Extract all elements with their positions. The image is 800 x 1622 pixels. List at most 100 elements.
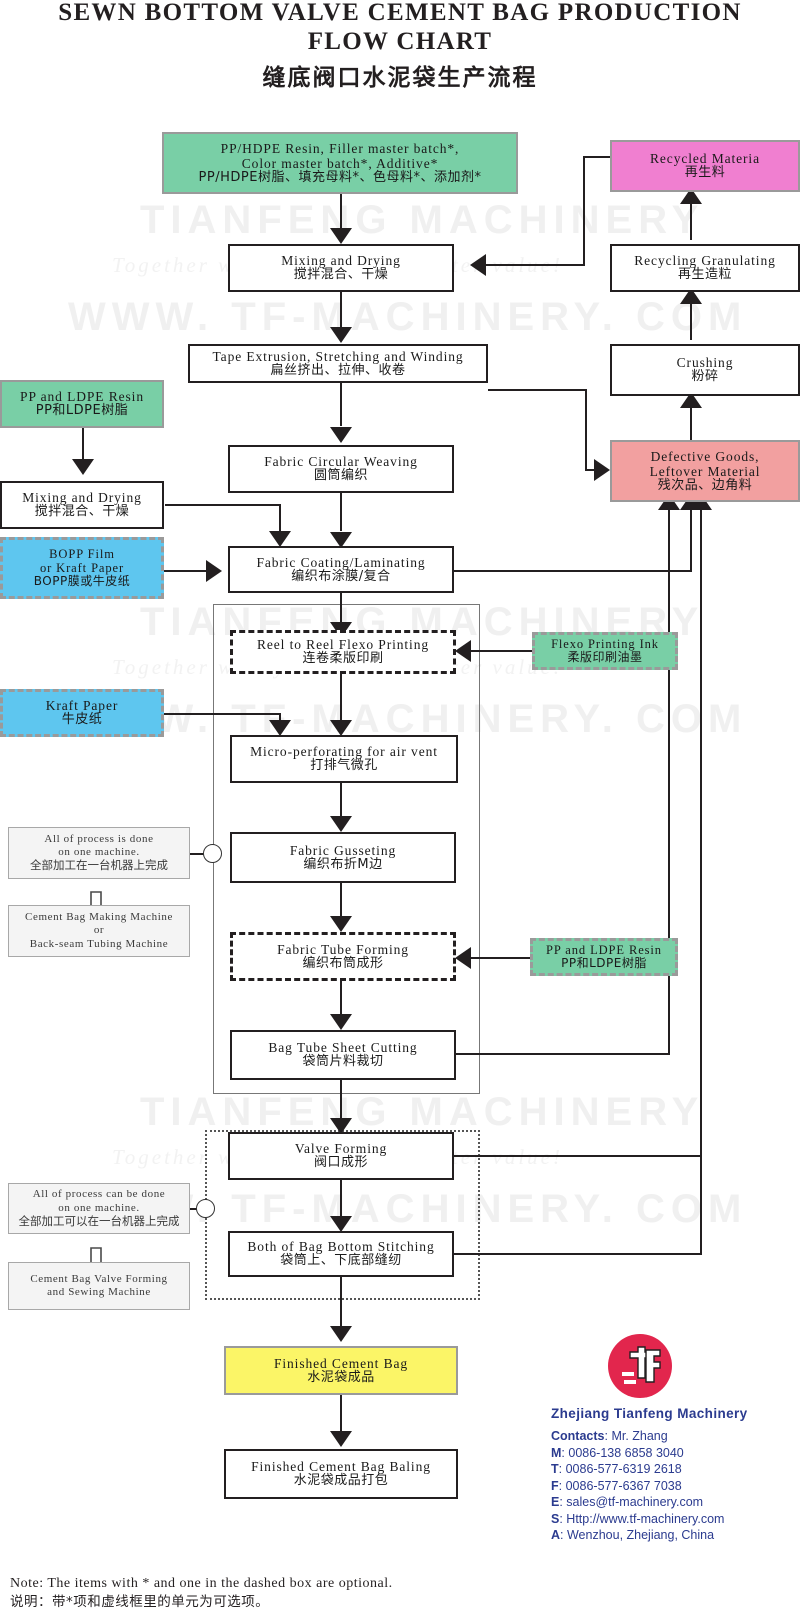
node-bopp-film[interactable]: BOPP Film or Kraft Paper BOPP膜或牛皮纸: [0, 537, 164, 599]
node-label-cn: 牛皮纸: [61, 712, 103, 728]
group-connector-dot-2: [196, 1199, 215, 1218]
arrow-left-icon: [470, 254, 486, 276]
arrow-left-icon: [455, 947, 471, 969]
node-pp-ldpe-left[interactable]: PP and LDPE Resin PP和LDPE树脂: [0, 380, 164, 428]
node-flexo-ink[interactable]: Flexo Printing Ink 柔版印刷油墨: [532, 632, 678, 670]
node-label-en: Leftover Material: [649, 463, 761, 479]
connector-line: [165, 504, 281, 506]
node-tube-forming[interactable]: Fabric Tube Forming 编织布筒成形: [230, 932, 456, 981]
connector-line: [488, 389, 587, 391]
annotation-line-en: or: [93, 924, 105, 937]
node-bag-baling[interactable]: Finished Cement Bag Baling 水泥袋成品打包: [224, 1449, 458, 1499]
arrow-down-icon: [330, 327, 352, 343]
annotation-machine-2: Cement Bag Valve Forming and Sewing Mach…: [8, 1262, 190, 1310]
connector-line: [340, 981, 342, 1016]
node-recycling-granulating[interactable]: Recycling Granulating 再生造粒: [610, 244, 800, 292]
connector-line: [483, 264, 585, 266]
connector-line: [454, 570, 692, 572]
arrow-down-icon: [330, 720, 352, 736]
connector-line: [454, 1053, 670, 1055]
node-label-en: Fabric Gusseting: [289, 842, 397, 858]
connector-line: [340, 194, 342, 230]
node-valve-forming[interactable]: Valve Forming 阀口成形: [228, 1132, 454, 1180]
annotation-line-en: All of process can be done: [32, 1188, 166, 1201]
connector-line: [279, 504, 281, 532]
node-coating-laminating[interactable]: Fabric Coating/Laminating 编织布涂膜/复合: [228, 546, 454, 593]
annotation-line-en: and Sewing Machine: [47, 1286, 151, 1298]
node-raw-resin[interactable]: PP/HDPE Resin, Filler master batch*, Col…: [162, 132, 518, 194]
connector-line: [690, 510, 692, 572]
watermark-text: TIANFENG MACHINERY: [140, 198, 705, 242]
connector-line: [454, 1155, 702, 1157]
contact-row: M: 0086-138 6858 3040: [551, 1445, 684, 1460]
node-label-cn: 搅拌混合、干燥: [293, 267, 389, 283]
connector-line: [340, 674, 342, 722]
node-label-cn: 打排气微孔: [310, 758, 378, 774]
node-label-cn: 再生料: [684, 165, 726, 181]
node-label-en: Finished Cement Bag: [273, 1355, 409, 1371]
contact-row: S: Http://www.tf-machinery.com: [551, 1511, 725, 1526]
arrow-down-icon: [330, 1431, 352, 1447]
page-title-en-line2: FLOW CHART: [307, 28, 493, 55]
node-label-cn: 水泥袋成品打包: [293, 1473, 389, 1489]
node-label-en: Mixing and Drying: [281, 253, 401, 269]
connector-line: [468, 650, 534, 652]
node-micro-perforating[interactable]: Micro-perforating for air vent 打排气微孔: [230, 735, 458, 783]
node-recycled-material[interactable]: Recycled Materia 再生料: [610, 140, 800, 192]
contact-block: Contacts: Mr. Zhang M: 0086-138 6858 304…: [551, 1428, 724, 1544]
node-label-cn: 编织布折M边: [303, 856, 383, 872]
contact-label: E: [551, 1495, 560, 1509]
annotation-line-en: Cement Bag Making Machine: [25, 911, 173, 924]
node-label-cn: 柔版印刷油墨: [567, 650, 643, 665]
footer-note-cn: 说明：带*项和虚线框里的单元为可选项。: [10, 1594, 270, 1610]
arrow-down-icon: [269, 720, 291, 736]
node-fabric-gusseting[interactable]: Fabric Gusseting 编织布折M边: [230, 832, 456, 883]
connector-line: [340, 1080, 342, 1123]
arrow-down-icon: [330, 1216, 352, 1232]
node-label-en: Both of Bag Bottom Stitching: [247, 1239, 435, 1255]
node-label-cn: 搅拌混合、干燥: [34, 504, 130, 520]
node-label-cn: 连卷柔版印刷: [302, 651, 384, 667]
node-flexo-printing[interactable]: Reel to Reel Flexo Printing 连卷柔版印刷: [230, 630, 456, 674]
connector-line: [468, 957, 532, 959]
connector-line: [164, 713, 280, 715]
contact-label: F: [551, 1478, 559, 1493]
node-label-en: Color master batch*, Additive*: [241, 155, 439, 171]
arrow-down-icon: [330, 916, 352, 932]
annotation-line-cn: 全部加工在一台机器上完成: [30, 858, 168, 873]
node-label-cn: 粉碎: [691, 369, 719, 385]
annotation-line-en: Cement Bag Valve Forming: [30, 1272, 168, 1285]
node-circular-weaving[interactable]: Fabric Circular Weaving 圆筒编织: [228, 445, 454, 493]
page-title-cn: 缝底阀口水泥袋生产流程: [262, 65, 538, 91]
node-crushing[interactable]: Crushing 粉碎: [610, 344, 800, 396]
arrow-right-icon: [594, 459, 610, 481]
contact-value: 0086-577-6319 2618: [565, 1462, 682, 1476]
node-tape-extrusion[interactable]: Tape Extrusion, Stretching and Winding 扁…: [188, 344, 488, 383]
arrow-down-icon: [330, 1014, 352, 1030]
contact-value: Wenzhou, Zhejiang, China: [566, 1528, 715, 1542]
contact-value: sales@tf-machinery.com: [566, 1495, 704, 1509]
node-bottom-stitching[interactable]: Both of Bag Bottom Stitching 袋筒上、下底部缝纫: [228, 1231, 454, 1277]
node-mixing-drying-left[interactable]: Mixing and Drying 搅拌混合、干燥: [0, 481, 164, 529]
node-label-en: Recycled Materia: [650, 151, 760, 167]
node-label-en: Bag Tube Sheet Cutting: [268, 1040, 418, 1056]
node-sheet-cutting[interactable]: Bag Tube Sheet Cutting 袋筒片料裁切: [230, 1030, 456, 1080]
node-label-en: PP/HDPE Resin, Filler master batch*,: [220, 140, 460, 156]
arrow-down-icon: [330, 427, 352, 443]
node-pp-ldpe-right[interactable]: PP and LDPE Resin PP和LDPE树脂: [530, 938, 678, 976]
node-label-en: Flexo Printing Ink: [551, 637, 659, 652]
node-label-cn: 残次品、边角料: [657, 477, 753, 493]
node-defective-goods[interactable]: Defective Goods, Leftover Material 残次品、边…: [610, 440, 800, 502]
connector-line: [700, 510, 702, 1255]
node-finished-bag[interactable]: Finished Cement Bag 水泥袋成品: [224, 1346, 458, 1395]
connector-line: [340, 883, 342, 918]
node-label-cn: 编织布筒成形: [302, 955, 384, 971]
node-mixing-drying-main[interactable]: Mixing and Drying 搅拌混合、干燥: [228, 244, 454, 292]
connector-line: [340, 493, 342, 531]
contact-value: Mr. Zhang: [611, 1429, 668, 1443]
connector-line: [164, 570, 210, 572]
connector-line: [82, 428, 84, 460]
node-kraft-paper[interactable]: Kraft Paper 牛皮纸: [0, 689, 164, 737]
node-label-cn: 圆筒编织: [313, 468, 368, 484]
node-label-en: Defective Goods,: [650, 448, 760, 464]
